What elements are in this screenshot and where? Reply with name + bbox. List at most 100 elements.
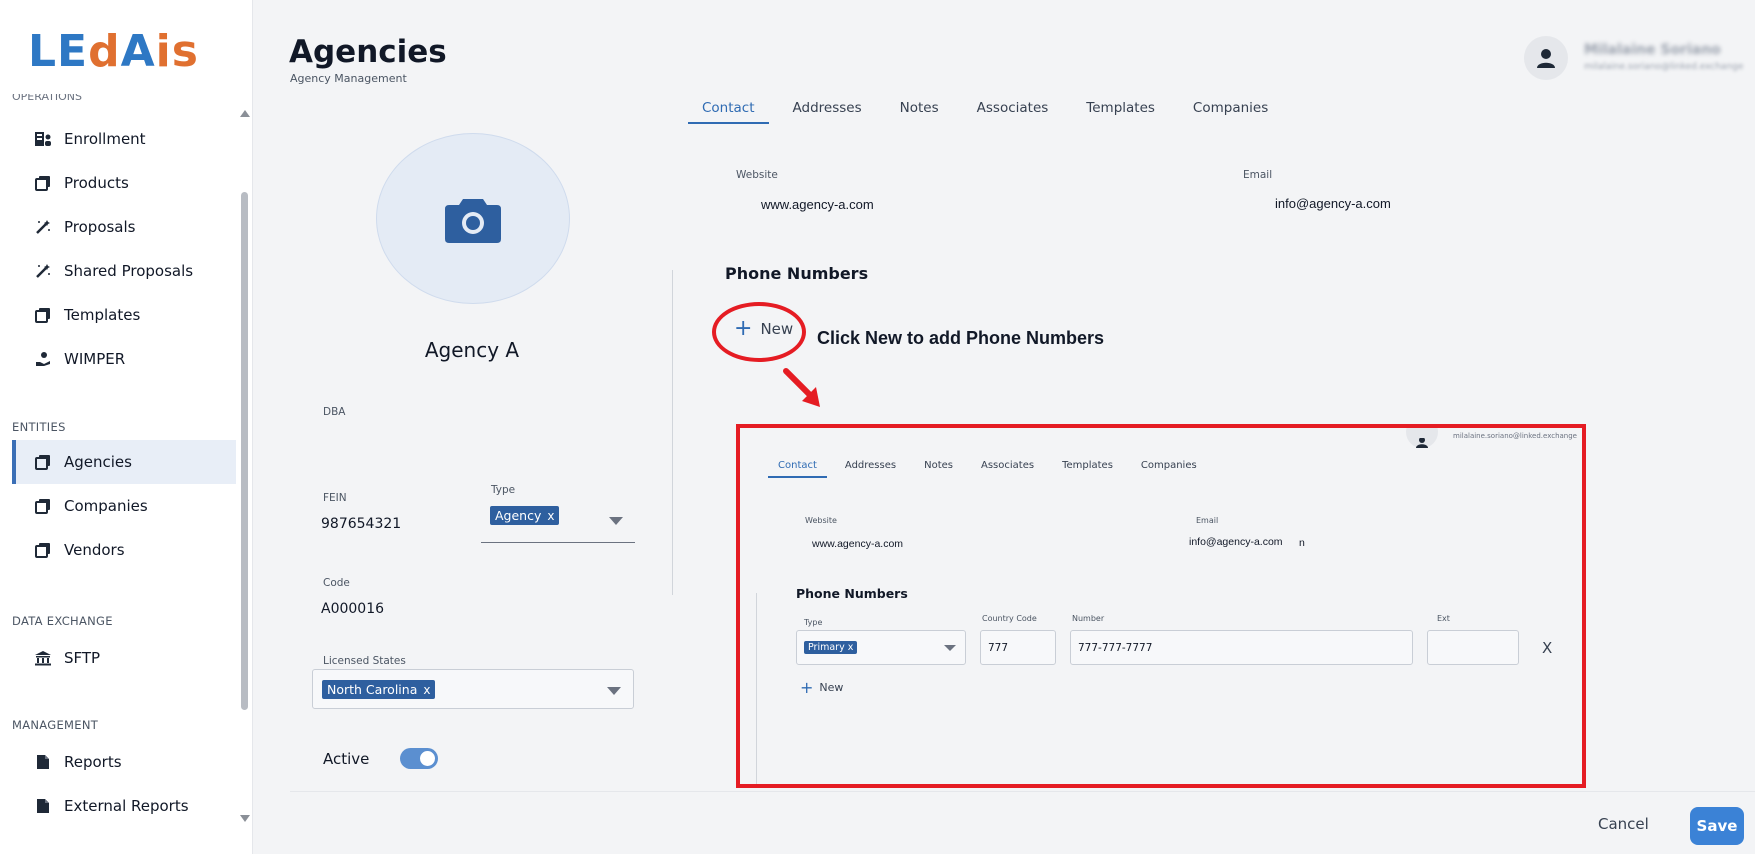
- type-chip-label: Agency: [495, 508, 542, 523]
- inset-type-chip: Primary x: [804, 641, 858, 654]
- toggle-knob: [420, 751, 435, 766]
- fein-field[interactable]: 987654321: [321, 516, 401, 532]
- inset-website-label: Website: [805, 516, 837, 525]
- inset-tab-notes: Notes: [924, 460, 953, 471]
- inset-number-field: 777-777-7777: [1070, 630, 1413, 665]
- active-label: Active: [323, 750, 370, 768]
- sidebar-nav: OPERATIONS Enrollment Products Proposals…: [0, 94, 236, 834]
- stack-icon: [34, 306, 52, 324]
- sidebar-item-products[interactable]: Products: [12, 161, 236, 205]
- type-select[interactable]: Agency x: [481, 505, 635, 543]
- tab-companies[interactable]: Companies: [1193, 96, 1268, 124]
- nav-section-management: MANAGEMENT: [12, 718, 99, 732]
- website-label: Website: [736, 169, 778, 181]
- sidebar-item-label: Enrollment: [64, 130, 146, 148]
- inset-email-label: Email: [1196, 516, 1219, 525]
- page-subtitle: Agency Management: [290, 72, 407, 85]
- sidebar-scrollbar[interactable]: [240, 110, 250, 824]
- inset-type-chip-label: Primary: [808, 642, 845, 653]
- user-email: milalaine.soriano@linked.exchange: [1584, 62, 1744, 72]
- remove-chip-icon[interactable]: x: [423, 683, 430, 697]
- inset-type-select: Primary x: [796, 630, 966, 665]
- tab-associates[interactable]: Associates: [977, 96, 1049, 124]
- website-field[interactable]: www.agency-a.com: [761, 197, 874, 212]
- tab-addresses[interactable]: Addresses: [793, 96, 862, 124]
- stack-icon: [34, 497, 52, 515]
- inset-ext-label: Ext: [1437, 614, 1450, 623]
- chevron-down-icon: [944, 645, 956, 651]
- document-icon: [34, 753, 52, 771]
- sidebar-item-wimper[interactable]: WIMPER: [12, 337, 236, 381]
- agency-photo-upload[interactable]: [376, 133, 570, 304]
- licensed-states-label: Licensed States: [323, 655, 406, 667]
- sidebar-item-reports[interactable]: Reports: [12, 740, 236, 784]
- inset-tab-addresses: Addresses: [844, 460, 897, 471]
- chevron-down-icon[interactable]: [609, 517, 623, 525]
- nav-section-entities: ENTITIES: [12, 420, 66, 434]
- user-avatar[interactable]: [1524, 36, 1568, 80]
- sidebar-item-enrollment[interactable]: Enrollment: [12, 117, 236, 161]
- user-name: Milalaine Soriano: [1584, 42, 1721, 58]
- inset-number-label: Number: [1072, 614, 1105, 623]
- type-label: Type: [491, 484, 516, 496]
- type-chip: Agency x: [490, 506, 560, 525]
- dba-field[interactable]: [323, 430, 623, 450]
- annotation-circle: [712, 302, 806, 362]
- tab-notes[interactable]: Notes: [900, 96, 939, 124]
- inset-ext-field: [1427, 630, 1519, 665]
- tab-contact[interactable]: Contact: [688, 96, 769, 124]
- code-label: Code: [323, 577, 350, 589]
- inset-close-icon: X: [1542, 639, 1553, 657]
- state-chip: North Carolina x: [322, 680, 436, 699]
- inset-tab-templates: Templates: [1062, 460, 1113, 471]
- sidebar-item-agencies[interactable]: Agencies: [12, 440, 236, 484]
- tab-templates[interactable]: Templates: [1086, 96, 1155, 124]
- sidebar-item-label: Vendors: [64, 541, 125, 559]
- fein-label: FEIN: [323, 492, 347, 504]
- sidebar-item-label: WIMPER: [64, 350, 126, 368]
- enrollment-icon: [34, 130, 52, 148]
- state-chip-label: North Carolina: [327, 682, 418, 697]
- sidebar-item-vendors[interactable]: Vendors: [12, 528, 236, 572]
- sidebar-item-label: Companies: [64, 497, 148, 515]
- scroll-up-arrow-icon[interactable]: [240, 110, 250, 117]
- sidebar-item-proposals[interactable]: Proposals: [12, 205, 236, 249]
- cancel-button[interactable]: Cancel: [1598, 815, 1649, 833]
- sidebar-item-label: Proposals: [64, 218, 136, 236]
- document-icon: [34, 797, 52, 815]
- inset-user-email: milalaine.soriano@linked.exchange: [1453, 432, 1577, 440]
- inset-tab-contact: Contact: [768, 460, 827, 478]
- active-toggle[interactable]: [400, 748, 438, 769]
- dba-label: DBA: [323, 406, 346, 418]
- save-button[interactable]: Save: [1690, 807, 1744, 845]
- sidebar-item-shared-proposals[interactable]: Shared Proposals: [12, 249, 236, 293]
- agency-name: Agency A: [424, 338, 520, 362]
- inset-user-avatar: [1406, 428, 1438, 448]
- chevron-down-icon[interactable]: [607, 687, 621, 695]
- sidebar-item-label: Shared Proposals: [64, 262, 194, 280]
- sidebar-item-sftp[interactable]: SFTP: [12, 636, 236, 680]
- sidebar-item-templates[interactable]: Templates: [12, 293, 236, 337]
- inset-tab-companies: Companies: [1140, 460, 1197, 471]
- scroll-down-arrow-icon[interactable]: [240, 815, 250, 822]
- stack-icon: [34, 174, 52, 192]
- inset-tab-associates: Associates: [980, 460, 1035, 471]
- code-field[interactable]: A000016: [321, 601, 384, 617]
- inset-country-code-field: 777: [980, 630, 1056, 665]
- sidebar-item-companies[interactable]: Companies: [12, 484, 236, 528]
- inset-screenshot: milalaine.soriano@linked.exchange Contac…: [736, 424, 1586, 788]
- scroll-thumb[interactable]: [241, 192, 248, 710]
- licensed-states-select[interactable]: North Carolina x: [312, 669, 634, 709]
- app-logo[interactable]: LEdAis: [28, 26, 199, 77]
- remove-chip-icon[interactable]: x: [547, 509, 554, 523]
- sidebar-item-label: Products: [64, 174, 129, 192]
- annotation-arrow-icon: [783, 368, 820, 407]
- phone-numbers-title: Phone Numbers: [725, 264, 869, 283]
- email-field[interactable]: info@agency-a.com: [1275, 196, 1391, 211]
- horizontal-divider: [290, 791, 1755, 792]
- contact-tabs: Contact Addresses Notes Associates Templ…: [688, 96, 1306, 124]
- sidebar-item-label: SFTP: [64, 649, 101, 667]
- sidebar-item-external-reports[interactable]: External Reports: [12, 784, 236, 828]
- user-icon: [1416, 438, 1428, 448]
- bank-icon: [34, 649, 52, 667]
